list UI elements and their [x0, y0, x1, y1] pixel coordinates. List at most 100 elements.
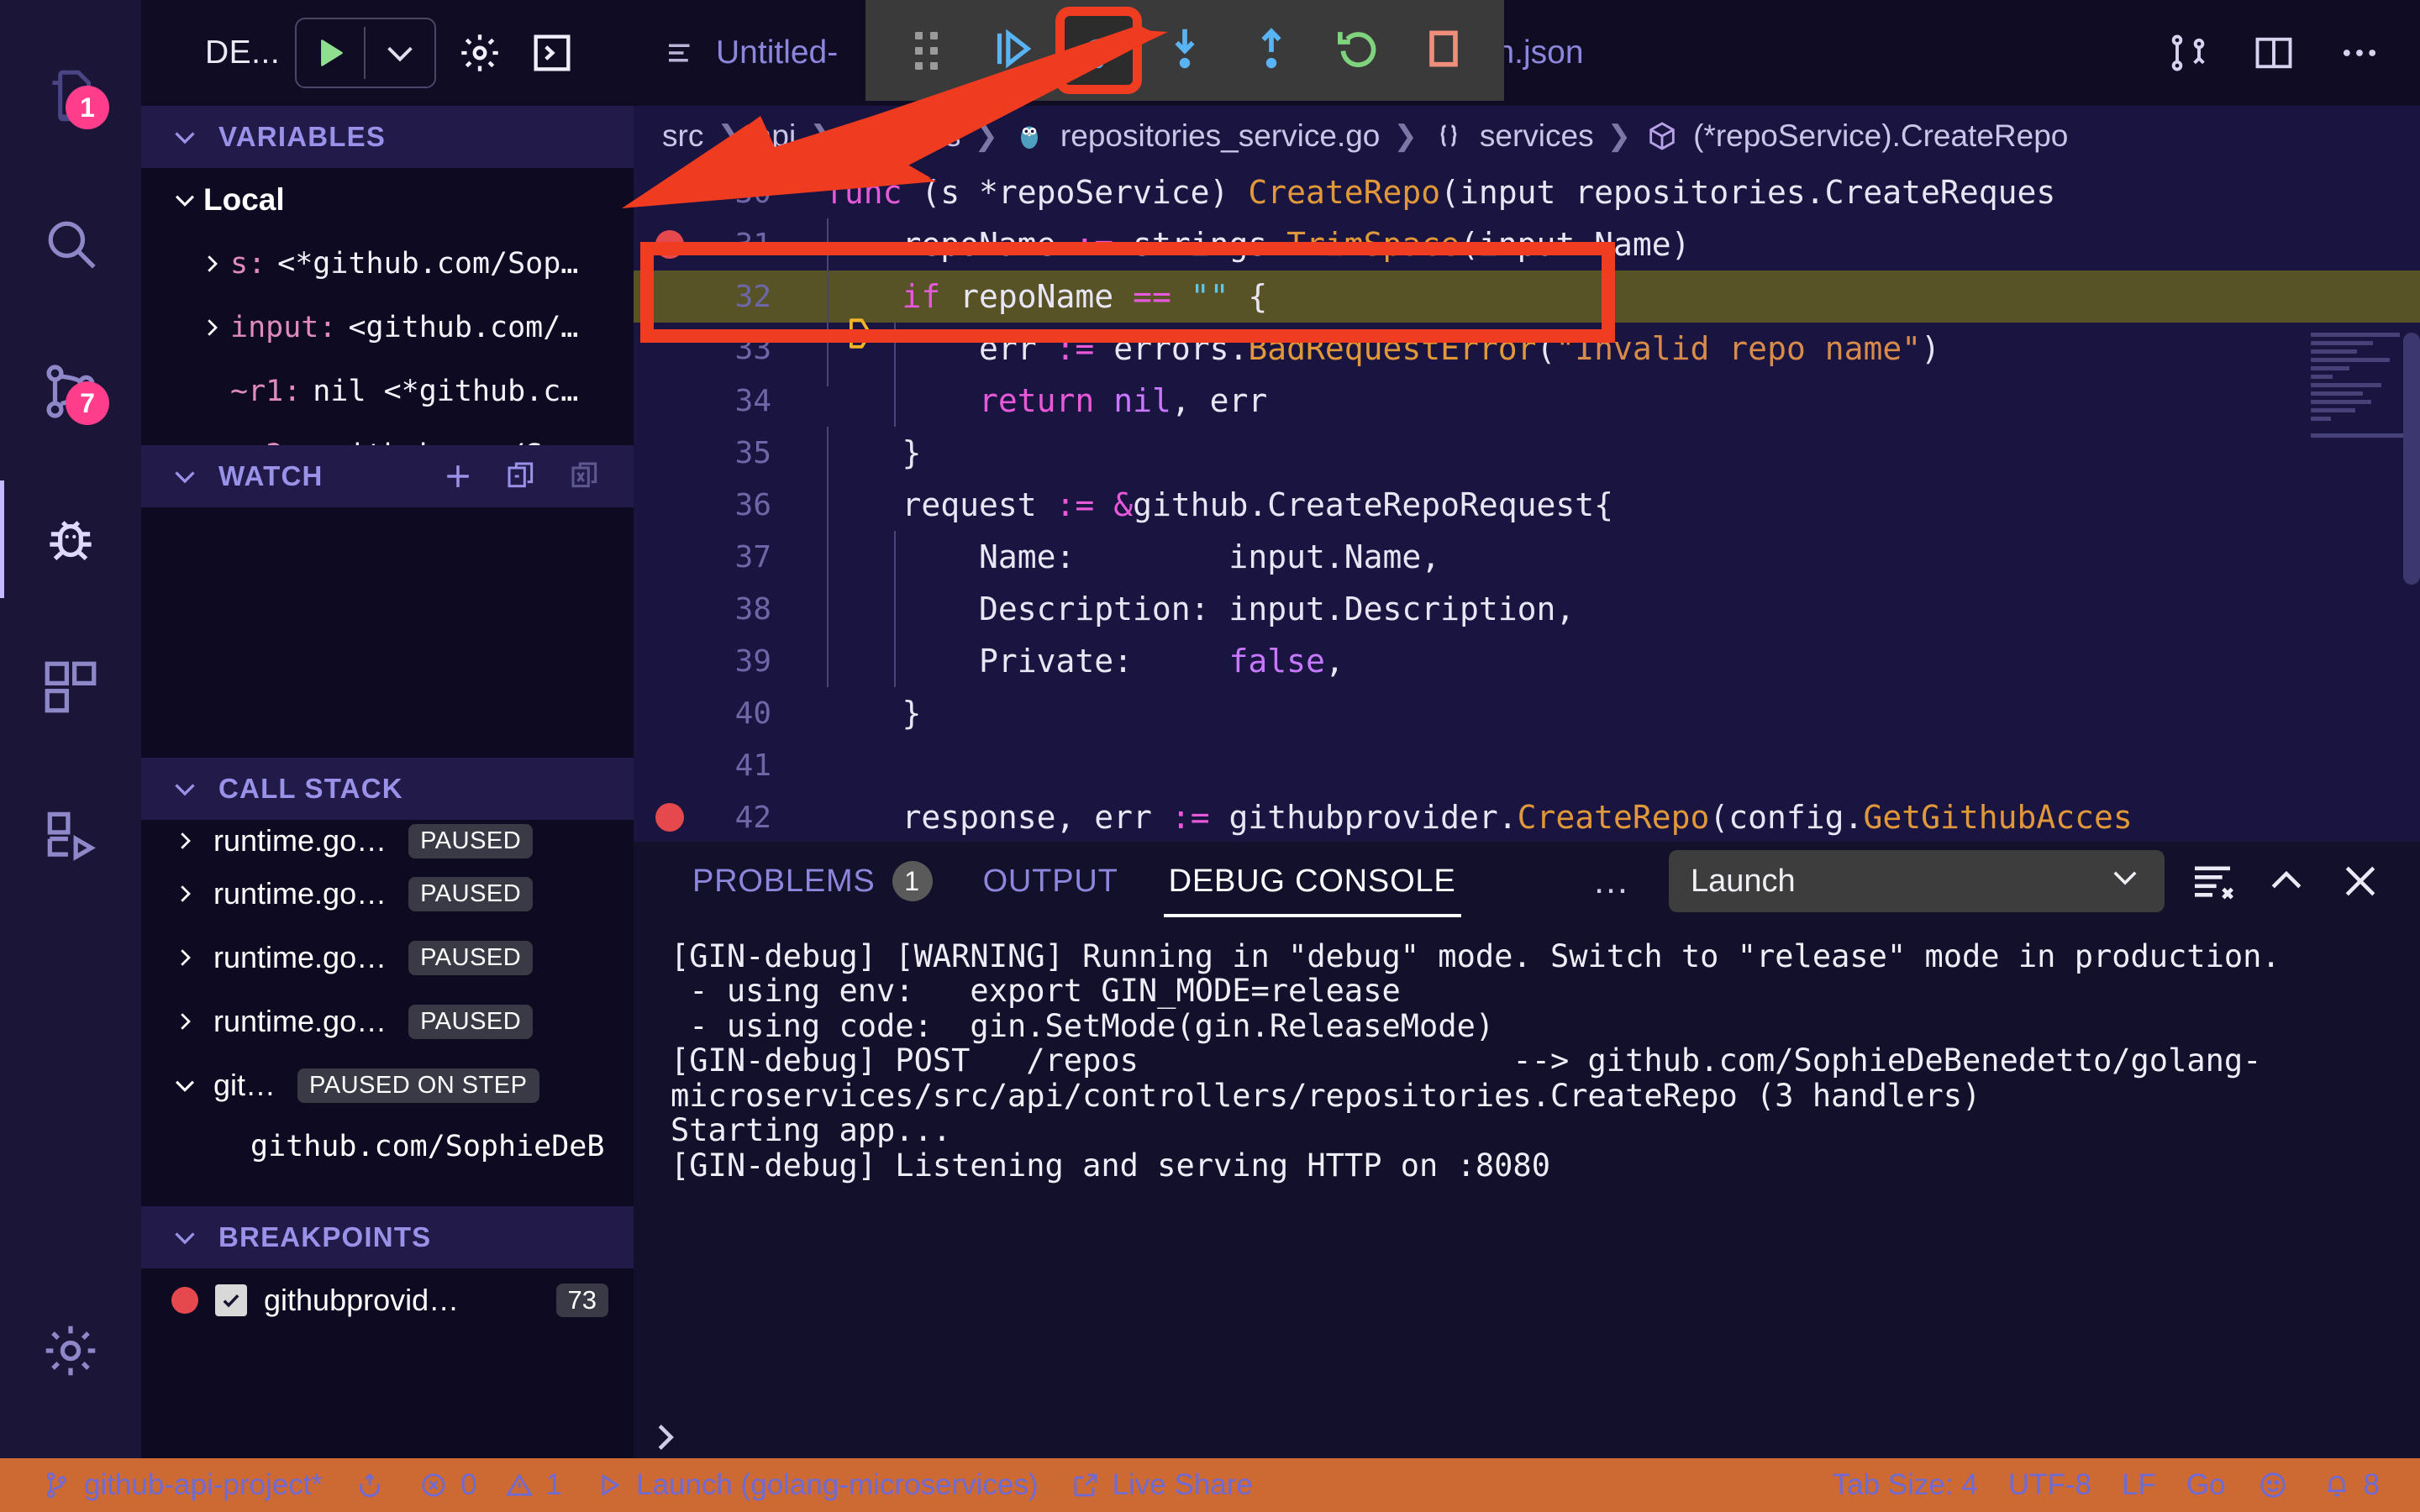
close-icon[interactable] — [2334, 855, 2386, 907]
tab-output[interactable]: OUTPUT — [958, 842, 1144, 921]
drag-handle-icon[interactable] — [891, 14, 962, 87]
chevron-right-icon[interactable] — [193, 251, 230, 276]
stop-button[interactable] — [1407, 14, 1479, 87]
chevron-right-icon[interactable] — [193, 315, 230, 340]
tab-debug-console[interactable]: DEBUG CONSOLE — [1144, 842, 1481, 921]
status-live-share[interactable]: Live Share — [1054, 1468, 1268, 1502]
code-line[interactable]: 41 — [634, 739, 2420, 791]
sidebar-item-remote-explorer[interactable] — [0, 761, 141, 909]
tab-problems[interactable]: PROBLEMS 1 — [667, 842, 958, 921]
sidebar-item-explorer[interactable]: 1 — [0, 22, 141, 170]
status-errors[interactable]: 0 1 — [402, 1468, 577, 1502]
launch-config-select[interactable]: Launch — [1669, 850, 2165, 912]
panel-more-icon[interactable]: … — [1577, 860, 1647, 902]
status-feedback[interactable] — [2241, 1468, 2305, 1502]
variable-row[interactable]: ~r2: <github.com/So… — [141, 423, 634, 445]
code-line[interactable]: 36 request := &github.CreateRepoRequest{ — [634, 479, 2420, 531]
breakpoints-list[interactable]: githubprovid… 73 — [141, 1268, 634, 1458]
call-stack-tree[interactable]: runtime.go… PAUSED runtime.go… PAUSED ru… — [141, 820, 634, 1206]
breadcrumb-item[interactable]: api — [755, 118, 796, 154]
variable-row[interactable]: s: <*github.com/Sop… — [141, 232, 634, 296]
sidebar-item-run-and-debug[interactable] — [0, 465, 141, 613]
status-notifications[interactable]: 8 — [2305, 1468, 2395, 1502]
code-line[interactable]: 38 Description: input.Description, — [634, 583, 2420, 635]
step-into-button[interactable] — [1150, 14, 1221, 87]
chevron-up-icon[interactable] — [2260, 855, 2312, 907]
breakpoint-row[interactable]: githubprovid… 73 — [141, 1268, 634, 1332]
code-line[interactable]: 30 func (s *repoService) CreateRepo(inpu… — [634, 166, 2420, 218]
start-debugging-group[interactable] — [295, 18, 436, 88]
variable-row[interactable]: ~r1: nil <*github.c… — [141, 360, 634, 423]
call-stack-row[interactable]: runtime.go… PAUSED — [141, 862, 634, 926]
status-language-mode[interactable]: Go — [2171, 1468, 2241, 1502]
debug-toolbar[interactable] — [865, 0, 1504, 101]
chevron-right-icon[interactable] — [166, 1009, 203, 1034]
collapse-all-icon[interactable] — [502, 457, 541, 496]
call-stack-section-header[interactable]: CALL STACK — [141, 758, 634, 820]
clear-console-icon[interactable] — [2186, 855, 2238, 907]
panel-collapse-chevron-icon[interactable] — [644, 1416, 686, 1458]
variables-scope-local[interactable]: Local — [141, 168, 634, 232]
breadcrumb-item[interactable]: repositories_service.go — [1060, 118, 1380, 154]
status-launch-config[interactable]: Launch (golang-microservices) — [577, 1468, 1054, 1502]
breakpoint-dot-icon[interactable] — [655, 230, 684, 259]
status-encoding[interactable]: UTF-8 — [1993, 1468, 2107, 1502]
play-icon[interactable] — [297, 19, 364, 87]
chevron-right-icon[interactable] — [166, 828, 203, 853]
breadcrumb-item[interactable]: services — [847, 118, 961, 154]
call-stack-row[interactable]: runtime.go… PAUSED — [141, 926, 634, 990]
variables-tree[interactable]: Local s: <*github.com/Sop… input: <githu… — [141, 168, 634, 445]
status-eol[interactable]: LF — [2107, 1468, 2171, 1502]
code-line[interactable]: 33 err := errors.BadRequestError("Invali… — [634, 323, 2420, 375]
restart-button[interactable] — [1322, 14, 1393, 87]
status-sync[interactable] — [338, 1468, 402, 1502]
code-line[interactable]: 31 repoName := strings.TrimSpace(input.N… — [634, 218, 2420, 270]
breadcrumb-item[interactable]: src — [662, 118, 703, 154]
split-diff-icon[interactable] — [2165, 29, 2212, 76]
more-actions-icon[interactable] — [2336, 29, 2383, 76]
variable-row[interactable]: input: <github.com/… — [141, 296, 634, 360]
variables-section-header[interactable]: VARIABLES — [141, 106, 634, 168]
add-expression-icon[interactable] — [439, 457, 477, 496]
split-editor-icon[interactable] — [2250, 29, 2297, 76]
gear-icon[interactable] — [451, 24, 508, 81]
sidebar-item-settings[interactable] — [0, 1277, 141, 1425]
code-line[interactable]: 37 Name: input.Name, — [634, 531, 2420, 583]
breadcrumb-item[interactable]: services — [1480, 118, 1594, 154]
code-line[interactable]: 40 } — [634, 687, 2420, 739]
call-stack-sub-frame[interactable]: github.com/SophieDeB — [141, 1117, 634, 1176]
editor-scrollbar[interactable] — [2403, 333, 2420, 585]
code-line-current[interactable]: 32 if repoName == "" { — [634, 270, 2420, 323]
sidebar-item-extensions[interactable] — [0, 613, 141, 761]
watch-tree[interactable] — [141, 507, 634, 758]
call-stack-row[interactable]: git… PAUSED ON STEP — [141, 1053, 634, 1117]
status-tab-size[interactable]: Tab Size: 4 — [1818, 1468, 1993, 1502]
step-out-button[interactable] — [1235, 14, 1307, 87]
code-editor[interactable]: 30 func (s *repoService) CreateRepo(inpu… — [634, 166, 2420, 842]
call-stack-row[interactable]: runtime.go… PAUSED — [141, 990, 634, 1053]
step-over-button[interactable] — [1063, 14, 1134, 87]
watch-section-header[interactable]: WATCH — [141, 445, 634, 507]
code-line[interactable]: 34 return nil, err — [634, 375, 2420, 427]
chevron-down-icon[interactable] — [366, 19, 434, 87]
chevron-right-icon[interactable] — [166, 945, 203, 970]
remove-all-icon[interactable] — [566, 457, 605, 496]
sidebar-item-search[interactable] — [0, 170, 141, 318]
tab-untitled[interactable]: Untitled- — [634, 0, 865, 106]
code-line[interactable]: 42 response, err := githubprovider.Creat… — [634, 791, 2420, 842]
breakpoints-section-header[interactable]: BREAKPOINTS — [141, 1206, 634, 1268]
chevron-right-icon[interactable] — [193, 443, 230, 445]
chevron-down-icon[interactable] — [166, 1071, 203, 1100]
debug-console-output[interactable]: [GIN-debug] [WARNING] Running in "debug"… — [634, 921, 2420, 1458]
chevron-right-icon[interactable] — [166, 881, 203, 906]
breadcrumb-item[interactable]: (*repoService).CreateRepo — [1693, 118, 2068, 154]
checkbox-icon[interactable] — [215, 1284, 247, 1316]
minimap[interactable] — [2311, 333, 2412, 593]
open-debug-console-icon[interactable] — [523, 24, 581, 81]
code-line[interactable]: 39 Private: false, — [634, 635, 2420, 687]
call-stack-row[interactable]: runtime.go… PAUSED — [141, 820, 634, 862]
sidebar-item-source-control[interactable]: 7 — [0, 318, 141, 465]
breakpoint-dot-icon[interactable] — [655, 803, 684, 832]
code-line[interactable]: 35 } — [634, 427, 2420, 479]
status-branch[interactable]: github-api-project* — [25, 1468, 338, 1502]
